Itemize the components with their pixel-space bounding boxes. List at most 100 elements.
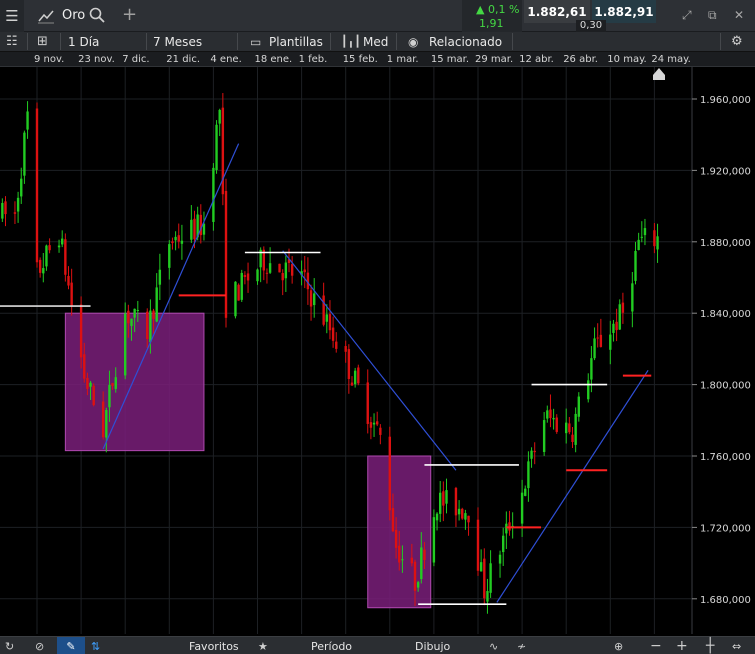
candle-up <box>612 323 615 333</box>
candle-down <box>410 557 414 564</box>
arrows-icon[interactable]: ⇅ <box>91 637 100 654</box>
crosshair-icon[interactable]: ⊕ <box>614 637 623 654</box>
candle-up <box>489 563 492 593</box>
candle-up <box>435 513 439 521</box>
candle-up <box>479 562 483 572</box>
candle-down <box>369 422 373 428</box>
candle-down <box>388 436 391 511</box>
candle-up <box>1 203 4 219</box>
candle-down <box>394 529 398 548</box>
candle-up <box>618 304 621 330</box>
candle-down <box>278 263 281 273</box>
chart-toolbar: ☷ ⊞ 1 Día 7 Meses ▭ Plantillas ┃╻┃ Med ◉… <box>0 32 755 52</box>
candle-up <box>174 236 177 241</box>
candle-down <box>281 273 284 281</box>
candle-down <box>379 427 382 435</box>
candle-down <box>152 310 155 319</box>
date-axis-label: 29 mar. <box>475 54 514 65</box>
candle-up <box>587 380 590 400</box>
toolbar-divider <box>60 33 61 50</box>
candle-up <box>372 422 376 425</box>
candle-down <box>79 304 83 358</box>
templates-button[interactable]: Plantillas <box>269 32 323 51</box>
curve-icon[interactable]: ∿ <box>489 637 498 654</box>
candle-up <box>656 236 659 250</box>
star-icon[interactable]: ★ <box>258 637 268 654</box>
search-icon[interactable] <box>88 6 106 24</box>
chart-line-icon <box>38 10 54 24</box>
related-button[interactable]: Relacionado <box>429 32 502 51</box>
grid-icon[interactable]: ⊞ <box>37 32 48 51</box>
change-percent: ▲ 0,1 % <box>476 3 520 16</box>
candle-up <box>202 223 206 235</box>
list-icon[interactable]: ☷ <box>6 32 18 51</box>
price-chart[interactable]: 1.960,000 1.920,000 1.880,000 1.840,000 1.80… <box>0 67 755 634</box>
candle-down <box>265 272 269 274</box>
candle-down <box>101 401 105 438</box>
candle-down <box>549 409 552 419</box>
candle-up <box>530 450 533 459</box>
expand-icon[interactable]: ⤢ <box>682 8 692 23</box>
toolbar-divider <box>396 33 397 50</box>
pencil-icon[interactable]: ✎ <box>57 637 85 654</box>
candle-down <box>347 349 351 379</box>
zoom-in-icon[interactable]: + <box>676 637 688 654</box>
period-button[interactable]: Período <box>311 637 352 654</box>
price-axis-label: 1.800,000 <box>700 381 751 392</box>
range-select[interactable]: 7 Meses <box>153 32 202 51</box>
candle-up <box>26 111 29 130</box>
date-axis-label: 15 feb. <box>342 54 378 65</box>
candle-up <box>634 250 637 281</box>
favorites-button[interactable]: Favoritos <box>189 637 239 654</box>
templates-icon: ▭ <box>250 34 262 49</box>
candle-down <box>127 310 130 324</box>
candle-down <box>171 241 174 244</box>
candle-up <box>89 382 92 387</box>
block-icon[interactable]: ⊘ <box>35 637 44 654</box>
candle-down <box>423 549 426 560</box>
candle-down <box>111 383 114 386</box>
candle-down <box>533 450 536 453</box>
candle-down <box>4 201 7 215</box>
popout-icon[interactable]: ⧉ <box>708 8 717 23</box>
candle-down <box>344 346 347 352</box>
candle-down <box>442 491 445 506</box>
candle-up <box>23 132 26 176</box>
menu-icon[interactable]: ☰ <box>0 0 24 32</box>
candle-up <box>42 268 45 274</box>
candle-down <box>309 290 313 307</box>
candle-up <box>416 582 420 588</box>
candle-down <box>366 382 369 424</box>
chart-type-select[interactable]: Med <box>363 32 388 51</box>
zigzag-icon[interactable]: ≁ <box>517 637 526 654</box>
candle-down <box>322 295 325 325</box>
candle-up <box>240 272 243 300</box>
cursor-cross-icon[interactable]: ┼ <box>706 637 714 654</box>
candle-down <box>615 321 618 331</box>
candle-down <box>35 108 39 263</box>
interval-select[interactable]: 1 Día <box>68 32 99 51</box>
candle-down <box>83 354 86 379</box>
candle-up <box>590 358 593 380</box>
top-bar: ☰ Oro + ▲ 0,1 % 1,91 pts 1.882,61 1.882,… <box>0 0 755 43</box>
instrument-name[interactable]: Oro <box>62 8 85 23</box>
gear-icon[interactable]: ⚙ <box>731 32 743 51</box>
candle-up <box>218 109 221 124</box>
candle-up <box>439 492 442 514</box>
candle-down <box>454 487 458 516</box>
date-axis-label: 15 mar. <box>430 54 470 65</box>
zoom-out-icon[interactable]: − <box>650 637 662 654</box>
candle-up <box>284 262 288 279</box>
candle-down <box>653 230 656 247</box>
add-tab-icon[interactable]: + <box>122 4 137 25</box>
drawing-button[interactable]: Dibujo <box>415 637 450 654</box>
close-icon[interactable]: ✕ <box>734 8 744 22</box>
rotate-icon[interactable]: ↻ <box>5 637 14 654</box>
candle-down <box>177 235 180 242</box>
candle-down <box>555 417 558 432</box>
fit-icon[interactable]: ⇔ <box>732 637 741 654</box>
candle-up <box>520 492 524 524</box>
candle-up <box>637 239 640 251</box>
price-axis-label: 1.720,000 <box>700 523 751 534</box>
candle-down <box>596 337 599 339</box>
